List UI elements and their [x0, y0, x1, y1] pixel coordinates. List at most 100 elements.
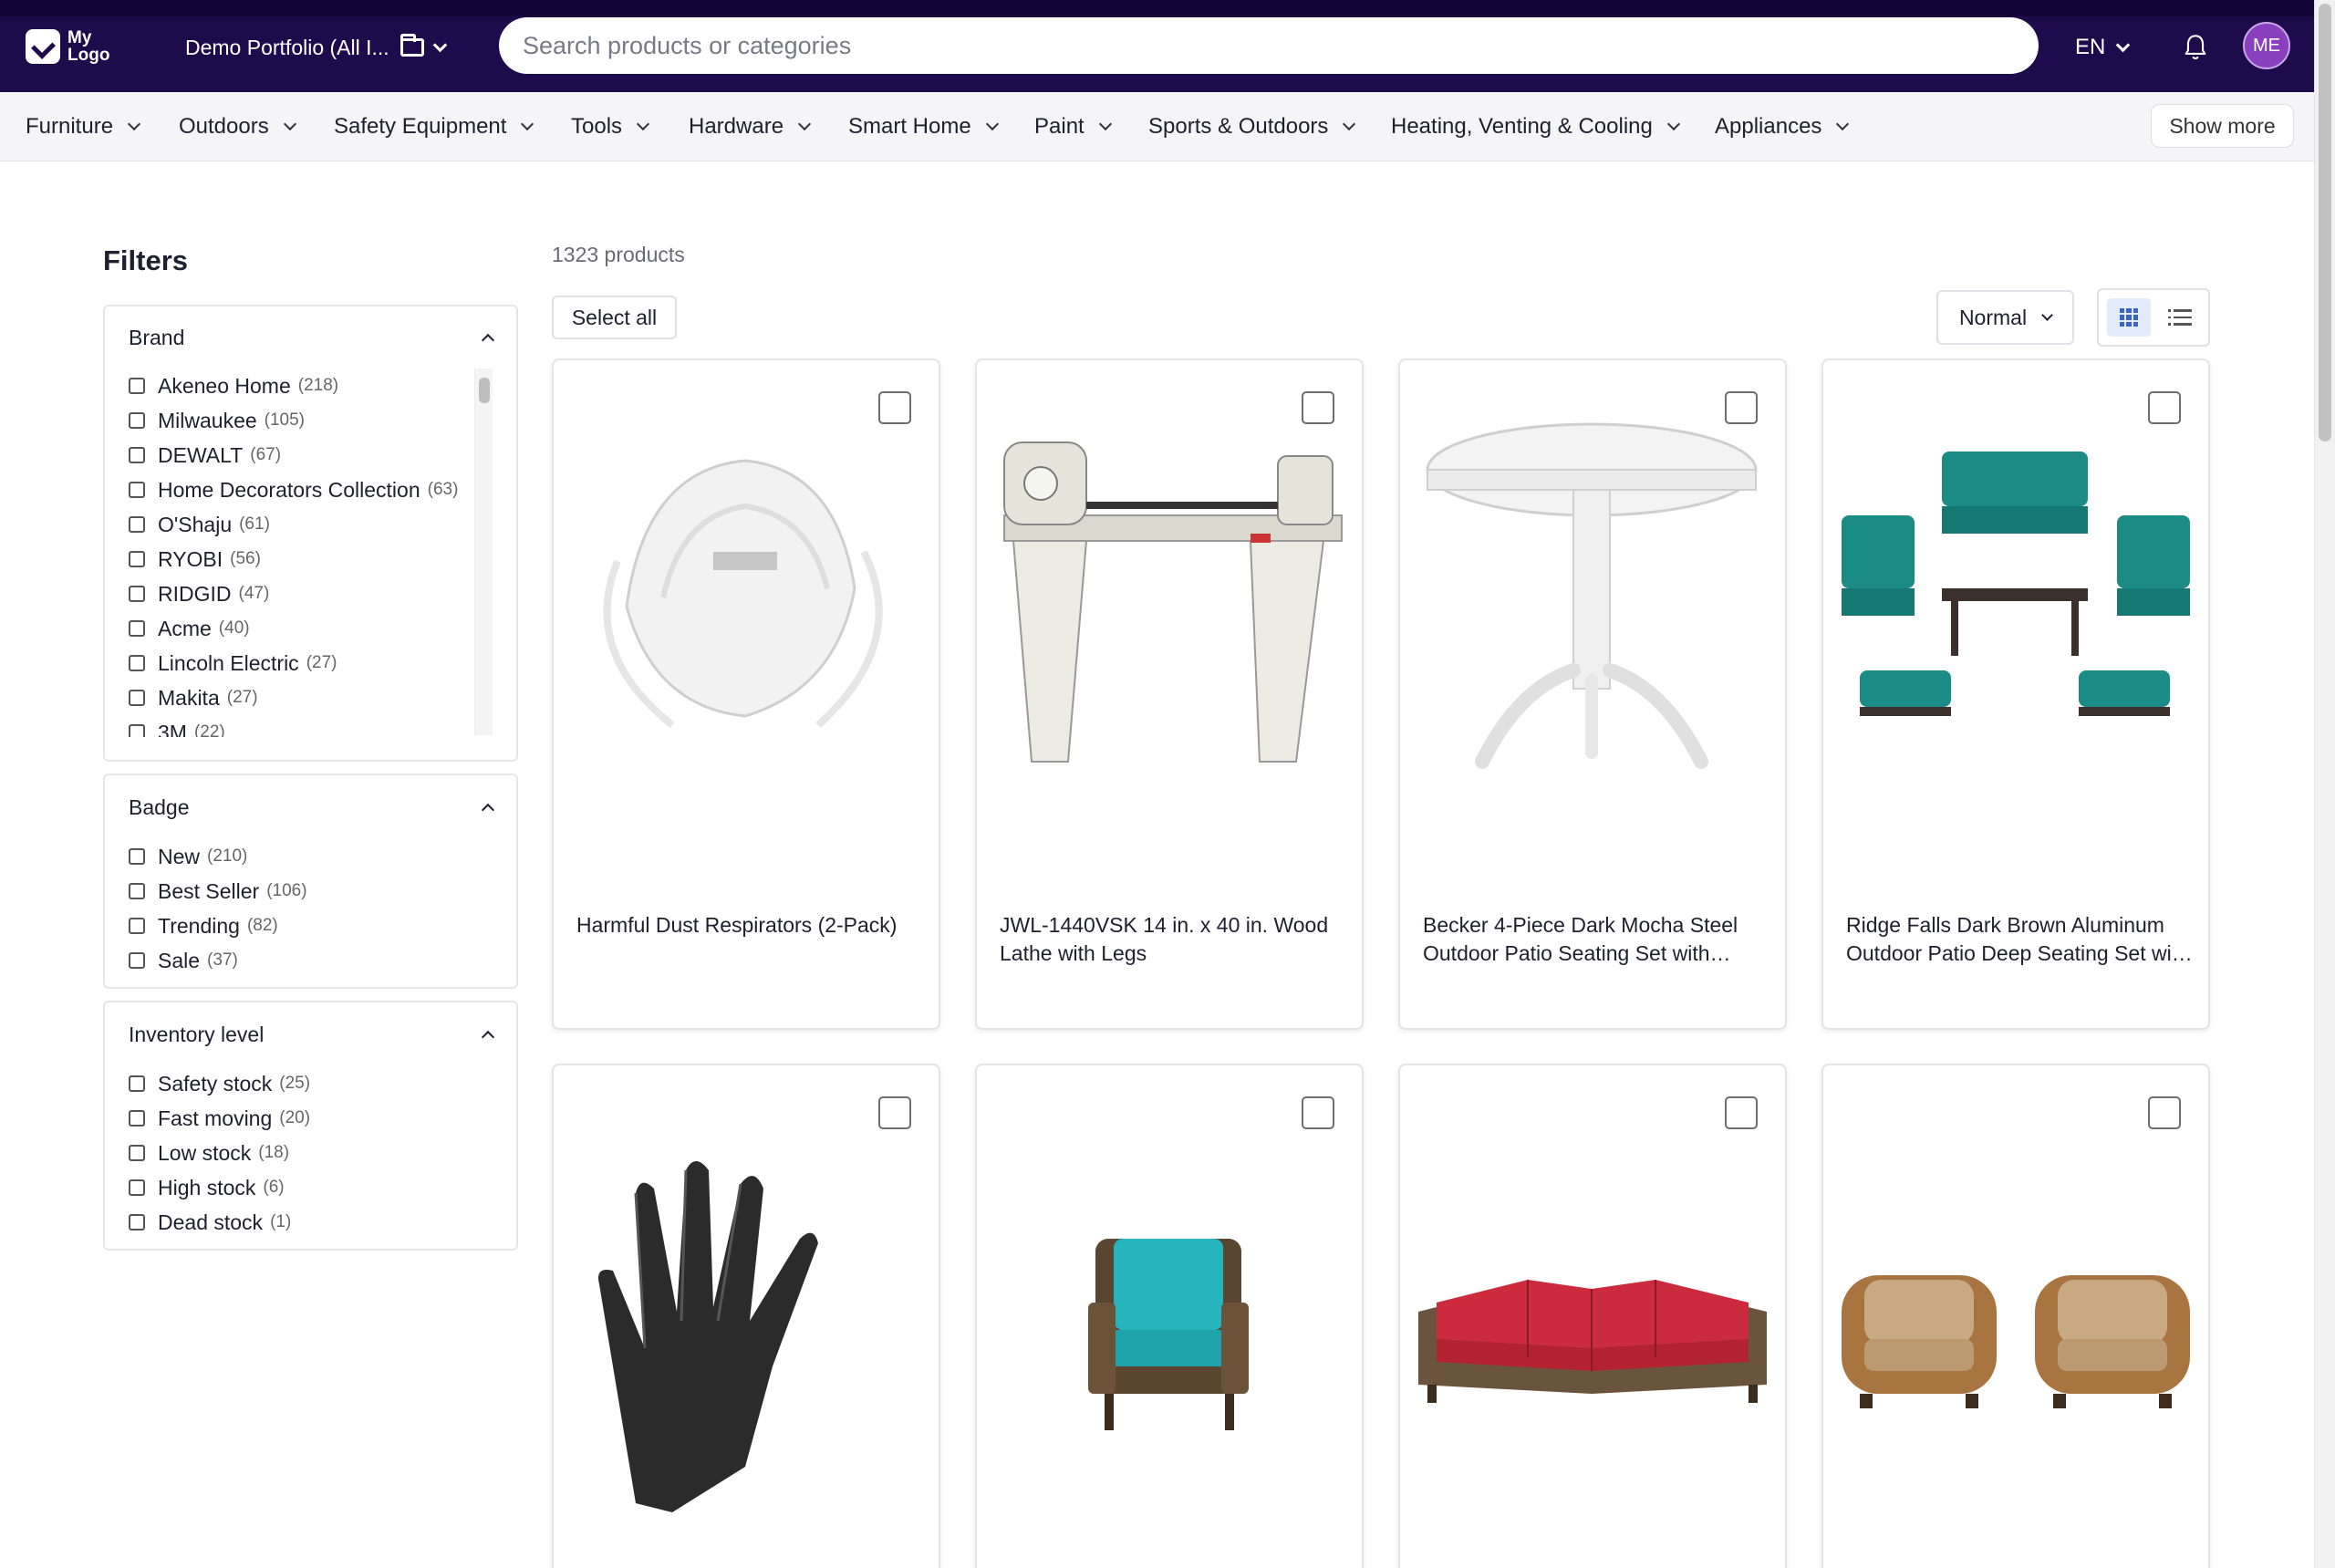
- product-card[interactable]: Ridge Falls Dark Brown Aluminum Outdoor …: [1821, 358, 2210, 1030]
- product-checkbox[interactable]: [1302, 1096, 1334, 1129]
- brand-option[interactable]: DEWALT (67): [105, 438, 516, 472]
- nav-item-furniture[interactable]: Furniture: [26, 92, 141, 161]
- product-checkbox[interactable]: [2148, 391, 2181, 424]
- checkbox[interactable]: [129, 848, 145, 865]
- product-card[interactable]: [975, 1064, 1364, 1568]
- checkbox[interactable]: [129, 918, 145, 934]
- brand-list-scrollbar[interactable]: [474, 369, 493, 735]
- badge-option[interactable]: Trending (82): [105, 909, 516, 943]
- inventory-option[interactable]: Low stock (18): [105, 1136, 516, 1170]
- brand-option[interactable]: Milwaukee (105): [105, 403, 516, 438]
- badge-option[interactable]: New (210): [105, 839, 516, 874]
- product-name[interactable]: JWL-1440VSK 14 in. x 40 in. Wood Lathe w…: [1000, 911, 1346, 968]
- scrollbar-thumb[interactable]: [2319, 4, 2331, 441]
- product-checkbox[interactable]: [1725, 391, 1758, 424]
- checkbox[interactable]: [129, 1075, 145, 1092]
- chevron-up-icon[interactable]: [481, 333, 495, 348]
- badge-option[interactable]: Sale (37): [105, 943, 516, 978]
- checkbox[interactable]: [129, 1110, 145, 1127]
- search-input[interactable]: [523, 31, 2039, 60]
- checkbox[interactable]: [129, 620, 145, 637]
- checkbox[interactable]: [129, 586, 145, 602]
- page-scrollbar[interactable]: [2314, 0, 2335, 1568]
- avatar[interactable]: ME: [2243, 22, 2290, 69]
- checkbox[interactable]: [129, 1179, 145, 1196]
- product-image-red-sectional: [1418, 1280, 1767, 1403]
- badge-option[interactable]: Best Seller (106): [105, 874, 516, 909]
- option-count: (218): [297, 376, 339, 395]
- product-checkbox[interactable]: [1302, 391, 1334, 424]
- option-count: (27): [226, 688, 258, 707]
- filters-title: Filters: [103, 244, 189, 276]
- nav-item-outdoors[interactable]: Outdoors: [179, 92, 296, 161]
- product-card[interactable]: JWL-1440VSK 14 in. x 40 in. Wood Lathe w…: [975, 358, 1364, 1030]
- brand-option[interactable]: Acme (40): [105, 611, 516, 646]
- nav-item-hardware[interactable]: Hardware: [689, 92, 812, 161]
- brand-filter-header[interactable]: Brand: [105, 306, 516, 369]
- density-select[interactable]: Normal: [1936, 290, 2074, 345]
- brand-option[interactable]: Akeneo Home (218): [105, 369, 516, 403]
- brand-option[interactable]: RIDGID (47): [105, 576, 516, 611]
- product-card[interactable]: Becker 4-Piece Dark Mocha Steel Outdoor …: [1398, 358, 1787, 1030]
- inventory-option[interactable]: High stock (6): [105, 1170, 516, 1205]
- inventory-filter-header[interactable]: Inventory level: [105, 1002, 516, 1066]
- scrollbar-thumb[interactable]: [479, 378, 490, 403]
- product-name[interactable]: Becker 4-Piece Dark Mocha Steel Outdoor …: [1423, 911, 1769, 968]
- brand-option[interactable]: RYOBI (56): [105, 542, 516, 576]
- product-checkbox[interactable]: [878, 391, 911, 424]
- checkbox[interactable]: [129, 482, 145, 498]
- product-checkbox[interactable]: [878, 1096, 911, 1129]
- nav-item-safety-equipment[interactable]: Safety Equipment: [334, 92, 534, 161]
- product-card[interactable]: [1821, 1064, 2210, 1568]
- grid-view-button[interactable]: [2107, 298, 2151, 337]
- product-card[interactable]: Harmful Dust Respirators (2-Pack): [552, 358, 940, 1030]
- checkbox[interactable]: [129, 516, 145, 533]
- option-label: DEWALT: [158, 442, 244, 467]
- brand-option[interactable]: Home Decorators Collection (63): [105, 472, 516, 507]
- search-bar[interactable]: [499, 17, 2039, 74]
- nav-item-appliances[interactable]: Appliances: [1715, 92, 1850, 161]
- checkbox[interactable]: [129, 378, 145, 394]
- product-checkbox[interactable]: [2148, 1096, 2181, 1129]
- checkbox[interactable]: [129, 447, 145, 463]
- checkbox[interactable]: [129, 655, 145, 671]
- option-count: (20): [279, 1108, 311, 1127]
- nav-item-heating-venting-cooling[interactable]: Heating, Venting & Cooling: [1391, 92, 1680, 161]
- bell-icon[interactable]: [2183, 34, 2208, 61]
- badge-filter-header[interactable]: Badge: [105, 775, 516, 839]
- logo[interactable]: My Logo: [26, 26, 113, 67]
- checkbox[interactable]: [129, 1145, 145, 1161]
- brand-option[interactable]: O'Shaju (61): [105, 507, 516, 542]
- nav-item-paint[interactable]: Paint: [1034, 92, 1112, 161]
- show-more-button[interactable]: Show more: [2151, 104, 2294, 148]
- product-count: 1323 products: [552, 243, 685, 266]
- inventory-option[interactable]: Safety stock (25): [105, 1066, 516, 1101]
- product-card[interactable]: [1398, 1064, 1787, 1568]
- brand-option[interactable]: Makita (27): [105, 680, 516, 715]
- brand-option[interactable]: 3M (22): [105, 715, 516, 737]
- brand-option[interactable]: Lincoln Electric (27): [105, 646, 516, 680]
- language-selector[interactable]: EN: [2075, 29, 2131, 66]
- inventory-option[interactable]: Dead stock (1): [105, 1205, 516, 1240]
- checkbox[interactable]: [129, 724, 145, 737]
- product-name[interactable]: Harmful Dust Respirators (2-Pack): [576, 911, 923, 940]
- checkbox[interactable]: [129, 551, 145, 567]
- product-checkbox[interactable]: [1725, 1096, 1758, 1129]
- checkbox[interactable]: [129, 952, 145, 969]
- product-name[interactable]: Ridge Falls Dark Brown Aluminum Outdoor …: [1846, 911, 2193, 968]
- select-all-button[interactable]: Select all: [552, 296, 677, 339]
- inventory-option[interactable]: Fast moving (20): [105, 1101, 516, 1136]
- nav-item-tools[interactable]: Tools: [571, 92, 650, 161]
- portfolio-selector[interactable]: Demo Portfolio (All I...: [185, 29, 447, 66]
- list-view-button[interactable]: [2163, 298, 2203, 337]
- checkbox[interactable]: [129, 883, 145, 899]
- product-card[interactable]: [552, 1064, 940, 1568]
- nav-item-sports-outdoors[interactable]: Sports & Outdoors: [1148, 92, 1356, 161]
- checkbox[interactable]: [129, 690, 145, 706]
- nav-item-smart-home[interactable]: Smart Home: [848, 92, 999, 161]
- chevron-up-icon[interactable]: [481, 803, 495, 817]
- option-count: (63): [427, 480, 459, 499]
- chevron-up-icon[interactable]: [481, 1030, 495, 1044]
- checkbox[interactable]: [129, 1214, 145, 1231]
- checkbox[interactable]: [129, 412, 145, 429]
